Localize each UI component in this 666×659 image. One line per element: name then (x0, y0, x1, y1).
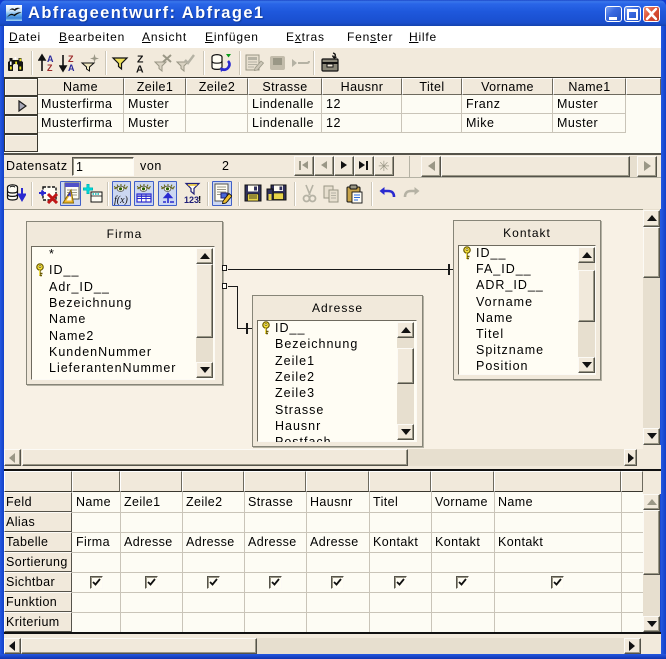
svg-text:f(x): f(x) (114, 195, 129, 205)
svg-text:A: A (68, 63, 75, 73)
svg-text:A: A (136, 64, 144, 74)
svg-text:123: 123 (184, 195, 199, 205)
svg-text:!: ! (198, 195, 201, 205)
svg-text:Z: Z (47, 63, 53, 73)
